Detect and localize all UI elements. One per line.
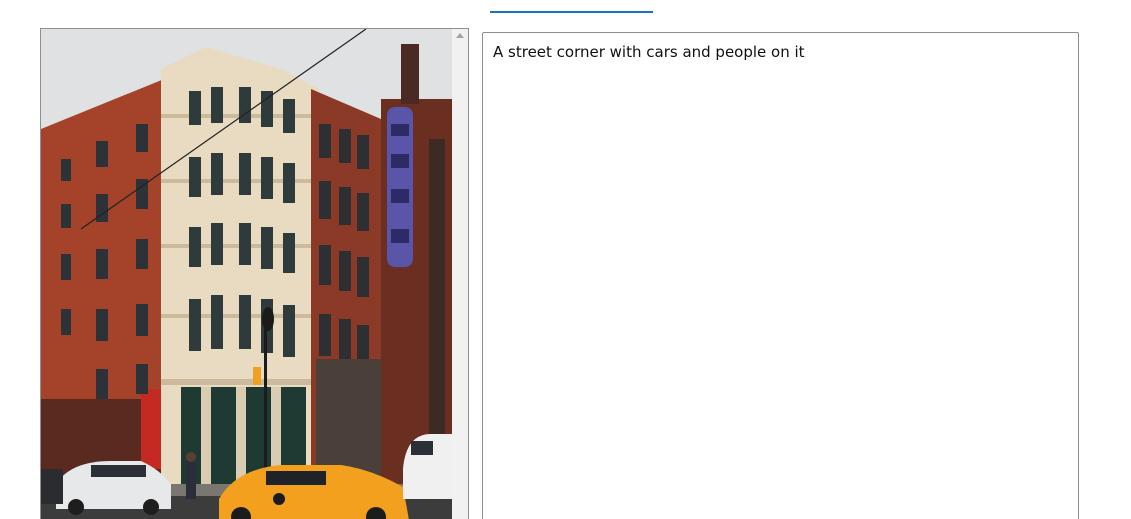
caption-textarea[interactable]: A street corner with cars and people on … xyxy=(482,32,1079,519)
active-tab-indicator xyxy=(490,11,653,13)
image-scrollbar[interactable] xyxy=(452,29,468,519)
street-corner-photo xyxy=(41,29,453,519)
caption-text: A street corner with cars and people on … xyxy=(493,43,805,61)
image-panel[interactable] xyxy=(40,28,469,519)
scroll-up-arrow-icon[interactable] xyxy=(456,33,464,38)
